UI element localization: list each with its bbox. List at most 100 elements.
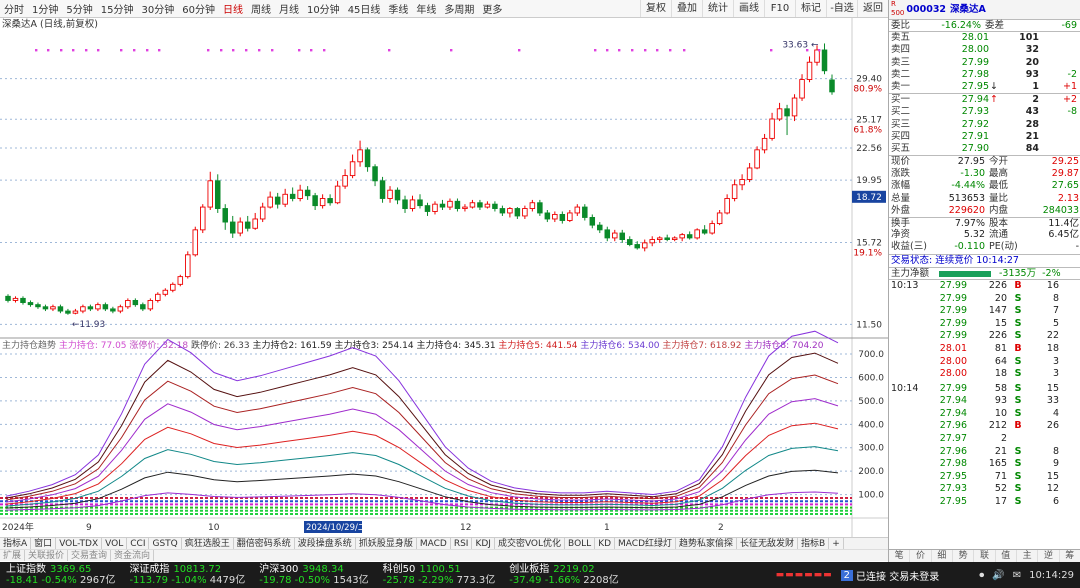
index-quote-4[interactable]: 创业板指 2219.02 -37.49 -1.66% 2208亿 xyxy=(509,564,618,586)
candle-body xyxy=(716,212,723,225)
ask-row[interactable]: 卖二 27.98 93 -2 xyxy=(889,69,1080,81)
book-price: 27.98 xyxy=(961,68,989,80)
index-quote-0[interactable]: 上证指数 3369.65 -18.41 -0.54% 2967亿 xyxy=(6,564,115,586)
tick-price: 27.96 xyxy=(939,445,967,457)
tool-button-3[interactable]: 画线 xyxy=(733,0,764,17)
clock: 10:14:29 xyxy=(1029,569,1074,581)
indicator-tab-13[interactable]: 成交密VOL优化 xyxy=(495,538,566,549)
side-tab-3[interactable]: 势 xyxy=(953,550,975,562)
period-tab-6[interactable]: 日线 xyxy=(219,1,247,16)
side-tab-6[interactable]: 主 xyxy=(1017,550,1039,562)
ask-row[interactable]: 卖五 28.01 101 xyxy=(889,32,1080,44)
tool-button-0[interactable]: 复权 xyxy=(640,0,671,17)
indicator-tab-1[interactable]: 窗口 xyxy=(31,538,57,549)
status-icons[interactable]: ▬▬▬▬▬▬ xyxy=(776,570,833,580)
period-tab-0[interactable]: 分时 xyxy=(0,1,28,16)
indicator-tab-8[interactable]: 波段操盘系统 xyxy=(295,538,356,549)
side-tab-2[interactable]: 细 xyxy=(932,550,953,562)
side-tab-7[interactable]: 逆 xyxy=(1038,550,1060,562)
tick-price: 27.98 xyxy=(939,458,967,470)
candle-body xyxy=(102,304,109,310)
indicator-tab-15[interactable]: KD xyxy=(595,538,616,549)
index-quote-1[interactable]: 深证成指 10813.72 -113.79 -1.04% 4479亿 xyxy=(129,564,245,586)
tool-button-4[interactable]: F10 xyxy=(764,0,795,17)
message-icon[interactable]: ✉ xyxy=(1013,570,1021,581)
indicator-tab-14[interactable]: BOLL xyxy=(565,538,596,549)
tool-button-6[interactable]: -自选 xyxy=(826,0,857,17)
period-tab-5[interactable]: 60分钟 xyxy=(178,1,219,16)
kline-chart[interactable]: 深桑达A (日线,前复权) 11.50 15.7219.1% 19.95 22.56 2… xyxy=(0,18,888,537)
indicator-tab-18[interactable]: 长征无敌发财 xyxy=(737,538,799,549)
indicator-tab-4[interactable]: CCI xyxy=(127,538,150,549)
indicator-tab-16[interactable]: MACD红绿灯 xyxy=(615,538,677,549)
period-tab-7[interactable]: 周线 xyxy=(247,1,275,16)
tool-button-7[interactable]: 返回 xyxy=(857,0,888,17)
period-tab-1[interactable]: 1分钟 xyxy=(28,1,62,16)
side-tab-1[interactable]: 价 xyxy=(910,550,932,562)
period-tab-10[interactable]: 45日线 xyxy=(344,1,385,16)
ask-row[interactable]: 卖一 27.95 ↓ 1 +1 xyxy=(889,81,1080,93)
extension-tab-1[interactable]: 关联报价 xyxy=(25,550,69,561)
tick-side: S xyxy=(1014,382,1022,394)
indicator-tab-17[interactable]: 趋势私家偷探 xyxy=(676,538,738,549)
index-pct: -1.66% xyxy=(541,575,584,586)
index-name: 沪深300 xyxy=(259,564,299,575)
period-tab-11[interactable]: 季线 xyxy=(384,1,412,16)
tick-price: 27.95 xyxy=(939,470,967,482)
stat-label: 今开 xyxy=(989,156,1009,168)
indicator-tab-6[interactable]: 疯狂选股王 xyxy=(182,538,234,549)
record-icon[interactable]: ⏺ xyxy=(979,570,984,581)
connection-icon: 2 xyxy=(840,569,854,581)
index-quote-2[interactable]: 沪深300 3948.34 -19.78 -0.50% 1543亿 xyxy=(259,564,368,586)
sound-icon[interactable]: 🔊 xyxy=(992,570,1004,581)
candle-body xyxy=(57,306,64,312)
ask-row[interactable]: 卖四 28.00 32 xyxy=(889,44,1080,56)
tool-button-2[interactable]: 统计 xyxy=(702,0,733,17)
bid-row[interactable]: 买四 27.91 21 xyxy=(889,131,1080,143)
tick-row: 27.96 212 B 26 xyxy=(889,420,1080,433)
extension-tab-2[interactable]: 交易查询 xyxy=(68,550,112,561)
indicator-tab-12[interactable]: KDJ xyxy=(472,538,495,549)
side-tab-5[interactable]: 值 xyxy=(996,550,1017,562)
tick-volume: 64 xyxy=(994,355,1007,367)
bid-row[interactable]: 买二 27.93 43 -8 xyxy=(889,106,1080,118)
indicator-tab-2[interactable]: VOL-TDX xyxy=(56,538,103,549)
bid-row[interactable]: 买三 27.92 28 xyxy=(889,119,1080,131)
indicator-tab-19[interactable]: 指标B xyxy=(798,538,830,549)
candle-body xyxy=(334,185,341,204)
legend-item: 跌停价: 26.33 xyxy=(191,339,253,351)
ask-row[interactable]: 卖三 27.99 20 xyxy=(889,57,1080,69)
side-tab-0[interactable]: 笔 xyxy=(889,550,911,562)
bid-row[interactable]: 买一 27.94 ↑ 2 +2 xyxy=(889,94,1080,106)
period-tab-12[interactable]: 年线 xyxy=(412,1,440,16)
side-tab-8[interactable]: 筹 xyxy=(1060,550,1080,562)
signal-dot xyxy=(72,49,75,52)
period-tab-14[interactable]: 更多 xyxy=(478,1,506,16)
period-tab-8[interactable]: 月线 xyxy=(275,1,303,16)
period-tab-3[interactable]: 15分钟 xyxy=(97,1,138,16)
index-change: -19.78 xyxy=(259,575,292,586)
period-tab-2[interactable]: 5分钟 xyxy=(62,1,96,16)
indicator-tab-7[interactable]: 翻倍密码系统 xyxy=(234,538,295,549)
tick-row: 27.99 147 S 7 xyxy=(889,305,1080,318)
index-quote-3[interactable]: 科创50 1100.51 -25.78 -2.29% 773.3亿 xyxy=(383,564,496,586)
tool-button-1[interactable]: 叠加 xyxy=(671,0,702,17)
pct-tick-label: 61.8% xyxy=(853,125,882,135)
indicator-tab-20[interactable]: + xyxy=(829,538,844,549)
indicator-tab-5[interactable]: GSTQ xyxy=(149,538,182,549)
bid-row[interactable]: 买五 27.90 84 xyxy=(889,143,1080,155)
period-tab-4[interactable]: 30分钟 xyxy=(137,1,178,16)
indicator-tab-0[interactable]: 指标A xyxy=(0,538,32,549)
period-tab-13[interactable]: 多周期 xyxy=(440,1,478,16)
extension-tab-0[interactable]: 扩展 xyxy=(0,550,26,561)
indicator-tab-10[interactable]: MACD xyxy=(417,538,451,549)
indicator-tab-11[interactable]: RSI xyxy=(451,538,473,549)
period-tab-9[interactable]: 10分钟 xyxy=(303,1,344,16)
tool-button-5[interactable]: 标记 xyxy=(795,0,826,17)
indicator-tab-9[interactable]: 抓妖股显身版 xyxy=(356,538,417,549)
extension-tab-3[interactable]: 资金流向 xyxy=(111,550,155,561)
indicator-tab-3[interactable]: VOL xyxy=(102,538,128,549)
book-volume: 43 xyxy=(1025,106,1039,118)
index-name: 深证成指 xyxy=(129,564,170,575)
side-tab-4[interactable]: 联 xyxy=(974,550,996,562)
